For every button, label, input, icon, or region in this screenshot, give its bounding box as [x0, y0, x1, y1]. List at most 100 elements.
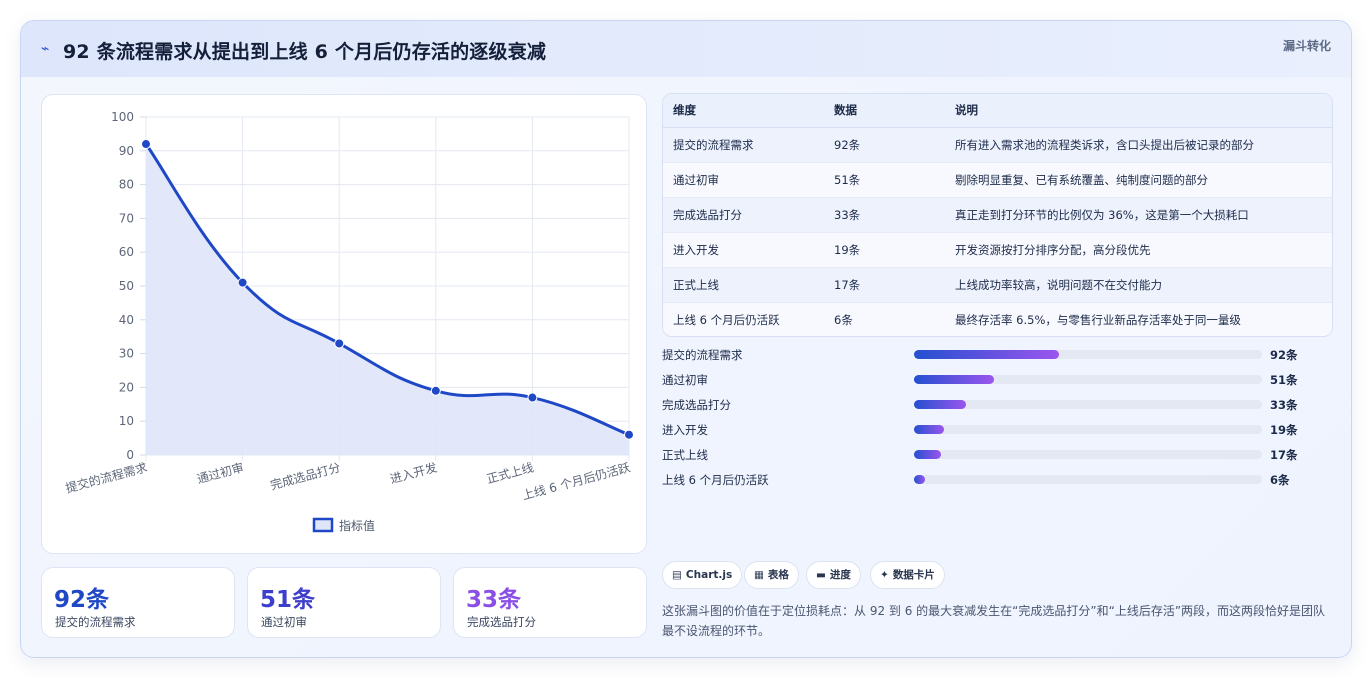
y-tick-label: 50 — [119, 279, 134, 293]
y-tick-label: 20 — [119, 380, 134, 394]
chip-label: Chart.js — [685, 569, 733, 581]
progress-label: 通过初审 — [662, 373, 708, 387]
progress-value: 17条 — [1270, 448, 1298, 462]
progress-fill — [914, 375, 995, 384]
progress-label: 正式上线 — [662, 448, 708, 462]
progress-row: 上线 6 个月后仍活跃 6条 — [662, 470, 1333, 490]
table-cell: 上线成功率较高，说明问题不在交付能力 — [945, 267, 1332, 303]
page-title: 92 条流程需求从提出到上线 6 个月后仍存活的逐级衰减 — [63, 41, 547, 63]
progress-fill — [914, 400, 966, 409]
x-tick-label: 提交的流程需求 — [64, 459, 149, 495]
table-row: 上线 6 个月后仍活跃 6条 最终存活率 6.5%，与零售行业新品存活率处于同一… — [663, 302, 1332, 336]
category-tag: 漏斗转化 — [1282, 39, 1331, 53]
progress-track — [914, 375, 1262, 384]
legend-label: 指标值 — [339, 518, 375, 533]
table-cell: 最终存活率 6.5%，与零售行业新品存活率处于同一量级 — [945, 302, 1332, 336]
data-point — [334, 338, 345, 349]
table-cell: 所有进入需求池的流程类诉求，含口头提出后被记录的部分 — [945, 127, 1332, 163]
progress-value: 6条 — [1270, 473, 1290, 487]
progress-track — [914, 350, 1262, 359]
table-row: 提交的流程需求 92条 所有进入需求池的流程类诉求，含口头提出后被记录的部分 — [663, 127, 1332, 163]
chip-chartjs[interactable]: ▤ Chart.js — [662, 561, 743, 589]
progress-track — [914, 450, 1262, 459]
table-row: 通过初审 51条 剔除明显重复、已有系统覆盖、纯制度问题的部分 — [663, 162, 1332, 198]
table-cell: 提交的流程需求 — [663, 127, 824, 163]
y-tick-label: 60 — [119, 245, 134, 259]
progress-row: 完成选品打分 33条 — [662, 395, 1333, 415]
stat-card: 51条 通过初审 — [247, 567, 441, 638]
chip-table[interactable]: ▦ 表格 — [744, 561, 799, 589]
table-cell: 开发资源按打分排序分配，高分段优先 — [945, 232, 1332, 268]
x-tick-label: 进入开发 — [388, 459, 438, 486]
chip-label: 数据卡片 — [892, 569, 935, 581]
x-tick-label: 完成选品打分 — [269, 459, 342, 492]
x-tick-label: 正式上线 — [485, 460, 535, 486]
series-area — [146, 144, 629, 455]
stat-value: 92条 — [54, 587, 110, 613]
progress-label: 进入开发 — [662, 423, 708, 437]
table-row: 进入开发 19条 开发资源按打分排序分配，高分段优先 — [663, 232, 1332, 268]
progress-value: 51条 — [1270, 373, 1298, 387]
data-point — [527, 392, 538, 403]
table-cell: 真正走到打分环节的比例仅为 36%，这是第一个大损耗口 — [945, 197, 1332, 233]
progress-label: 完成选品打分 — [662, 398, 731, 412]
stat-label: 完成选品打分 — [467, 615, 536, 629]
y-tick-label: 40 — [119, 313, 134, 327]
y-tick-label: 10 — [119, 414, 134, 428]
table-cell: 剔除明显重复、已有系统覆盖、纯制度问题的部分 — [945, 162, 1332, 198]
chip-progress[interactable]: ▬ 进度 — [806, 561, 861, 589]
table-cell: 完成选品打分 — [663, 197, 824, 233]
y-tick-label: 70 — [119, 211, 134, 225]
column-header: 数据 — [824, 94, 945, 128]
x-tick-label: 上线 6 个月后仍活跃 — [521, 460, 632, 502]
progress-label: 上线 6 个月后仍活跃 — [662, 473, 769, 487]
chart-panel: 0 10 20 30 40 50 60 70 80 90 100 提交的流程需求 通过初审 完成选品打分 进… — [41, 94, 647, 554]
progress-label: 提交的流程需求 — [662, 348, 743, 362]
stat-value: 33条 — [466, 587, 522, 613]
table-cell: 通过初审 — [663, 162, 824, 198]
progress-row: 提交的流程需求 92条 — [662, 345, 1333, 365]
table-cell: 上线 6 个月后仍活跃 — [663, 302, 824, 336]
table-cell: 17条 — [824, 267, 945, 303]
progress-row: 进入开发 19条 — [662, 420, 1333, 440]
y-tick-label: 0 — [126, 448, 134, 462]
y-tick-label: 80 — [119, 178, 134, 192]
x-tick-label: 通过初审 — [195, 459, 245, 486]
chip-data-card[interactable]: ✦ 数据卡片 — [870, 561, 945, 589]
table-cell: 正式上线 — [663, 267, 824, 303]
stat-label: 提交的流程需求 — [55, 615, 136, 629]
y-tick-label: 30 — [119, 347, 134, 361]
data-table: 维度 数据 说明 提交的流程需求 92条 所有进入需求池的流程类诉求，含口头提出… — [662, 93, 1333, 337]
progress-fill — [914, 425, 944, 434]
funnel-line-chart: 0 10 20 30 40 50 60 70 80 90 100 提交的流程需求 通过初审 完成选品打分 进… — [64, 110, 634, 533]
progress-list: 提交的流程需求 92条 通过初审 51条 完成选品打分 33条 进入开发 19条… — [662, 345, 1333, 495]
insight-note: 这张漏斗图的价值在于定位损耗点：从 92 到 6 的最大衰减发生在“完成选品打分… — [662, 604, 1326, 638]
chart-icon: ▤ — [672, 569, 682, 581]
table-cell: 92条 — [824, 127, 945, 163]
progress-fill — [914, 475, 926, 484]
pulse-icon: ⌁ — [41, 41, 50, 57]
progress-value: 19条 — [1270, 423, 1298, 437]
stat-card: 92条 提交的流程需求 — [41, 567, 235, 638]
progress-fill — [914, 350, 1060, 359]
chip-label: 表格 — [767, 569, 789, 581]
table-cell: 33条 — [824, 197, 945, 233]
data-point — [624, 429, 634, 440]
y-tick-label: 90 — [119, 144, 134, 158]
table-row: 正式上线 17条 上线成功率较高，说明问题不在交付能力 — [663, 267, 1332, 303]
chip-label: 进度 — [829, 569, 851, 581]
sparkle-icon: ✦ — [880, 569, 889, 581]
column-header: 说明 — [945, 94, 1332, 128]
data-point — [430, 385, 441, 396]
stat-label: 通过初审 — [261, 615, 307, 629]
progress-value: 92条 — [1270, 348, 1298, 362]
progress-fill — [914, 450, 941, 459]
table-cell: 进入开发 — [663, 232, 824, 268]
progress-row: 正式上线 17条 — [662, 445, 1333, 465]
stat-card: 33条 完成选品打分 — [453, 567, 647, 638]
progress-value: 33条 — [1270, 398, 1298, 412]
legend-swatch — [312, 517, 334, 533]
dashboard-card: ⌁ 92 条流程需求从提出到上线 6 个月后仍存活的逐级衰减 漏斗转化 0 10 2… — [20, 20, 1352, 658]
progress-track — [914, 425, 1262, 434]
progress-track — [914, 400, 1262, 409]
